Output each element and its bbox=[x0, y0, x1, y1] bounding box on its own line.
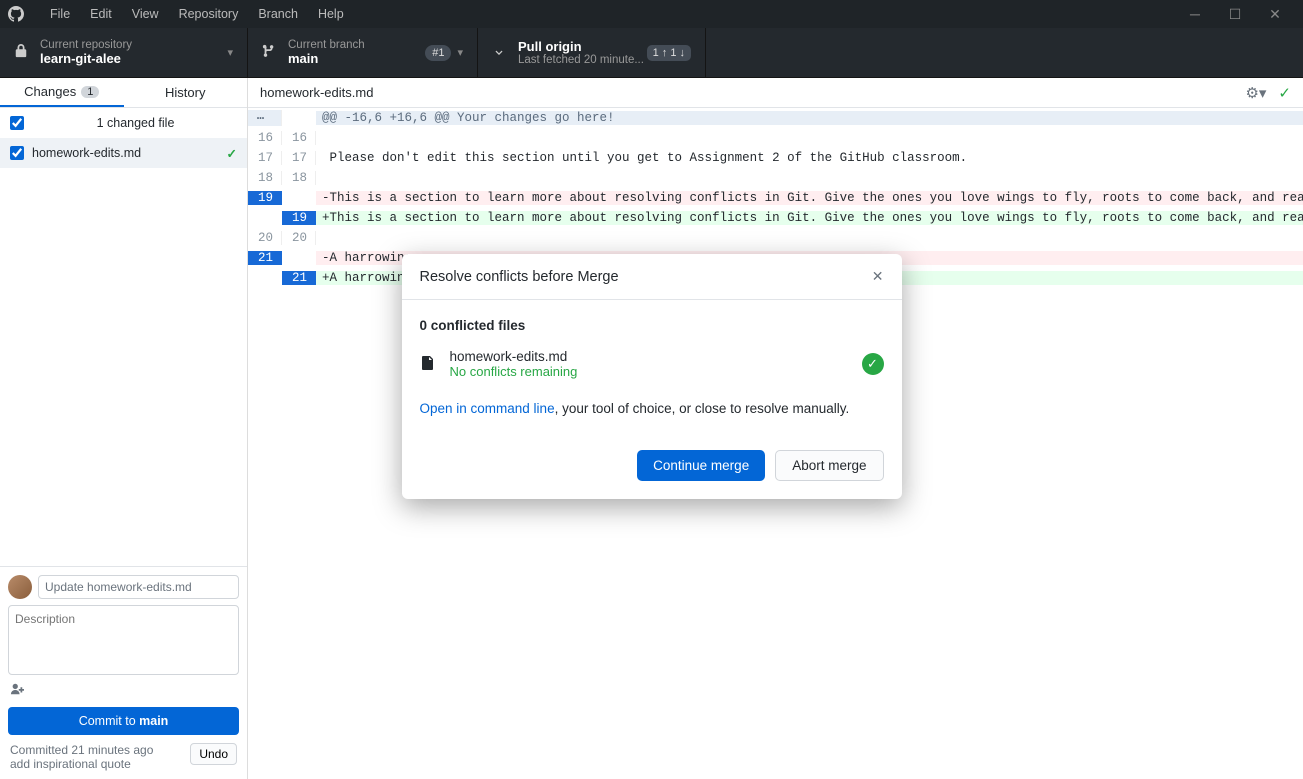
continue-merge-button[interactable]: Continue merge bbox=[637, 450, 765, 481]
merge-conflict-modal: Resolve conflicts before Merge ✕ 0 confl… bbox=[402, 254, 902, 499]
help-text: , your tool of choice, or close to resol… bbox=[555, 401, 850, 416]
conflict-file-name: homework-edits.md bbox=[450, 349, 578, 364]
modal-title: Resolve conflicts before Merge bbox=[420, 269, 619, 285]
modal-overlay: Resolve conflicts before Merge ✕ 0 confl… bbox=[0, 0, 1303, 779]
conflict-count: 0 conflicted files bbox=[420, 318, 884, 333]
file-diff-icon bbox=[420, 355, 438, 374]
abort-merge-button[interactable]: Abort merge bbox=[775, 450, 883, 481]
open-command-line-link[interactable]: Open in command line bbox=[420, 401, 555, 416]
success-icon: ✓ bbox=[862, 353, 884, 375]
close-icon[interactable]: ✕ bbox=[872, 268, 884, 285]
conflict-file-status: No conflicts remaining bbox=[450, 364, 578, 379]
conflict-file-row: homework-edits.md No conflicts remaining… bbox=[420, 349, 884, 379]
